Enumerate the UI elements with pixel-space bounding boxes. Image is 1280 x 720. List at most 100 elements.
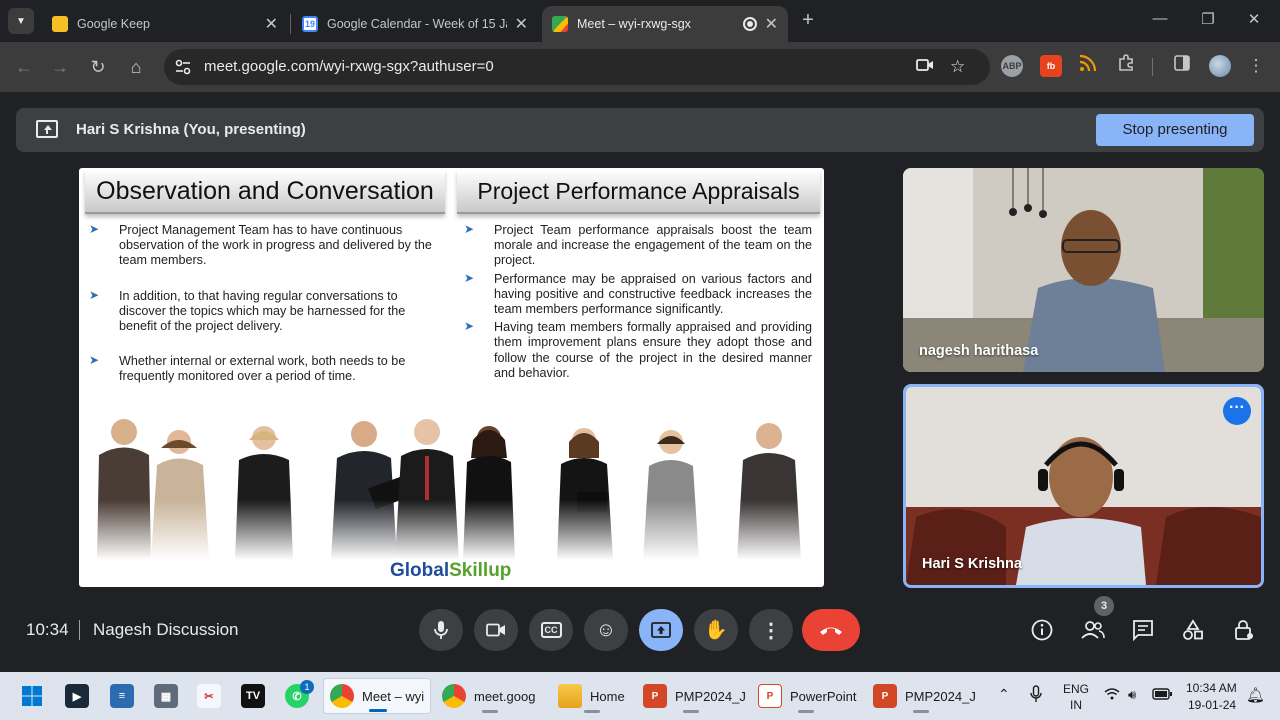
tradingview-icon[interactable]: TV [241, 684, 265, 708]
back-icon[interactable]: ← [12, 55, 36, 79]
forward-icon[interactable]: → [48, 55, 72, 79]
arrow-bullet-icon: ➤ [89, 287, 100, 302]
windows-taskbar: ▶ ≡ ▦ ✂ TV ✆ 1 Meet – wyi meet.goog Home… [0, 672, 1280, 720]
adblock-extension-icon[interactable]: ABP [1001, 55, 1023, 77]
camera-in-use-icon[interactable] [916, 57, 934, 77]
reload-icon[interactable]: ↻ [86, 55, 110, 79]
activities-icon[interactable] [1180, 617, 1206, 643]
extensions-puzzle-icon[interactable] [1114, 54, 1138, 78]
arrow-bullet-icon: ➤ [464, 222, 475, 236]
emoji-icon: ☺ [595, 618, 617, 641]
wifi-icon[interactable] [1104, 688, 1120, 703]
notepad-icon[interactable]: ≡ [110, 684, 134, 708]
meeting-details-icon[interactable] [1029, 617, 1055, 643]
chrome-icon [442, 684, 466, 708]
meet-icon [552, 16, 568, 32]
tab-google-keep[interactable]: Google Keep ✕ [42, 6, 288, 42]
toolbar-divider [1152, 58, 1153, 76]
minimize-icon[interactable]: — [1150, 10, 1170, 27]
taskbar-date[interactable]: 19-01-24 [1188, 698, 1236, 712]
restore-icon[interactable]: ❐ [1198, 10, 1218, 28]
side-panel-icon[interactable] [1170, 54, 1194, 78]
taskbar-app-meet[interactable]: Meet – wyi [323, 678, 431, 714]
app-icon[interactable]: ▶ [65, 684, 89, 708]
tab-google-calendar[interactable]: 19 Google Calendar - Week of 15 January … [292, 6, 538, 42]
file-explorer-icon [558, 684, 582, 708]
whatsapp-badge: 1 [300, 680, 314, 694]
close-window-icon[interactable]: ✕ [1244, 10, 1264, 28]
chevron-up-icon[interactable]: ⌃ [998, 686, 1010, 703]
new-tab-button[interactable]: + [798, 10, 818, 30]
presenting-label: Hari S Krishna (You, presenting) [76, 121, 306, 138]
close-icon[interactable]: ✕ [265, 14, 278, 34]
microphone-icon [434, 621, 448, 639]
slide-right-title: Project Performance Appraisals [457, 170, 820, 214]
taskbar-app-file-explorer[interactable]: Home [552, 678, 632, 714]
address-bar[interactable]: meet.google.com/wyi-rxwg-sgx?authuser=0 … [164, 49, 990, 85]
more-options-icon[interactable]: ··· [1223, 397, 1251, 425]
globalskillup-logo: GlobalSkillup [390, 560, 512, 581]
calculator-icon[interactable]: ▦ [154, 684, 178, 708]
chat-icon[interactable] [1130, 617, 1156, 643]
present-now-button[interactable] [639, 609, 683, 651]
slide-bullet: ➤ Whether internal or external work, both… [89, 353, 406, 384]
microphone-button[interactable] [419, 609, 463, 651]
slide-bullet: ➤ Project Management Team has to have con… [89, 222, 432, 268]
participant-video [903, 168, 1264, 372]
taskbar-app-powerpoint[interactable]: P PowerPoint [752, 678, 860, 714]
microphone-tray-icon[interactable] [1030, 685, 1042, 706]
raise-hand-button[interactable]: ✋ [694, 609, 738, 651]
powerpoint-icon: P [873, 684, 897, 708]
powerpoint-icon: P [643, 684, 667, 708]
bookmark-star-icon[interactable]: ☆ [950, 57, 965, 77]
taskbar-app-powerpoint[interactable]: P PMP2024_J [637, 678, 746, 714]
arrow-bullet-icon: ➤ [464, 319, 475, 334]
chrome-icon [330, 684, 354, 708]
captions-button[interactable]: CC [529, 609, 573, 651]
people-icon[interactable] [1080, 617, 1106, 643]
participant-tile-self[interactable]: ··· Hari S Krishna [903, 384, 1264, 588]
close-icon[interactable]: ✕ [765, 14, 778, 34]
home-icon[interactable]: ⌂ [124, 55, 148, 79]
tab-title: Google Calendar - Week of 15 January [327, 17, 507, 31]
closed-captions-icon: CC [540, 622, 562, 638]
host-controls-icon[interactable] [1231, 617, 1257, 643]
rss-icon[interactable] [1076, 54, 1100, 78]
business-people-image [79, 410, 824, 560]
snipping-tool-icon[interactable]: ✂ [197, 684, 221, 708]
more-options-button[interactable]: ⋮ [749, 609, 793, 651]
tab-separator [290, 14, 291, 34]
volume-icon[interactable]: 🔊︎ [1128, 687, 1136, 703]
arrow-bullet-icon: ➤ [89, 222, 100, 236]
meeting-name: Nagesh Discussion [93, 620, 239, 639]
notification-bell-icon[interactable]: 🔔︎ [1246, 686, 1265, 704]
more-vertical-icon: ⋮ [761, 619, 781, 642]
tab-search-button[interactable]: ▼ [8, 8, 34, 34]
more-menu-icon[interactable]: ⋮ [1244, 54, 1268, 78]
participant-tile-nagesh[interactable]: nagesh harithasa [903, 168, 1264, 372]
windows-start-icon[interactable] [20, 684, 44, 708]
taskbar-app-powerpoint[interactable]: P PMP2024_J [867, 678, 976, 714]
presenting-banner: Hari S Krishna (You, presenting) Stop pr… [16, 108, 1264, 152]
extension-icon[interactable]: fb [1040, 55, 1062, 77]
site-info-icon[interactable] [174, 58, 192, 76]
camera-button[interactable] [474, 609, 518, 651]
close-icon[interactable]: ✕ [515, 14, 528, 34]
arrow-bullet-icon: ➤ [464, 270, 475, 285]
keep-icon [52, 16, 68, 32]
reactions-button[interactable]: ☺ [584, 609, 628, 651]
tab-meet[interactable]: Meet – wyi-rxwg-sgx ✕ [542, 6, 788, 42]
language-indicator[interactable]: ENG [1063, 682, 1089, 696]
leave-call-button[interactable] [802, 609, 860, 651]
slide-bullet: ➤ In addition, to that having regular con… [89, 287, 406, 334]
tab-title: Google Keep [77, 17, 150, 31]
battery-icon[interactable] [1152, 688, 1172, 703]
taskbar-app-meet-google[interactable]: meet.goog [436, 678, 544, 714]
slide-right-bullets: ➤ Project Team performance appraisals boo… [454, 222, 812, 381]
profile-avatar[interactable] [1209, 55, 1231, 77]
hand-icon: ✋ [704, 620, 728, 641]
taskbar-time[interactable]: 10:34 AM [1186, 681, 1237, 695]
slide-left-bullets: ➤ Project Management Team has to have con… [79, 222, 439, 385]
stop-presenting-button[interactable]: Stop presenting [1096, 114, 1254, 146]
slide-bullet: ➤ Performance may be appraised on various… [464, 270, 812, 317]
